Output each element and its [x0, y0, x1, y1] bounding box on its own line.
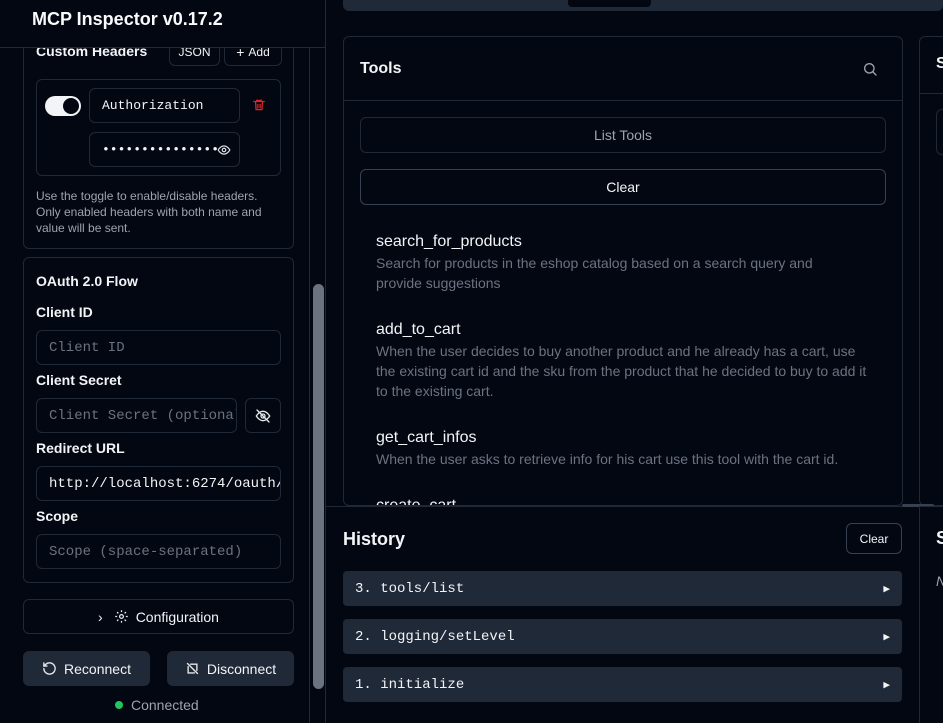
configuration-button[interactable]: › Configuration: [23, 599, 294, 634]
list-tools-label: List Tools: [593, 127, 653, 143]
tab-tools[interactable]: [568, 0, 651, 7]
history-title: History: [343, 529, 406, 549]
header-entry: Authorization •••••••••••••••: [36, 79, 281, 176]
clear-tools-label: Clear: [606, 179, 640, 195]
tool-item[interactable]: create_cart: [376, 495, 876, 506]
unplug-icon: [185, 661, 200, 676]
tool-name: add_to_cart: [376, 321, 461, 338]
notifications-empty-text: N: [936, 573, 943, 589]
tool-description: When the user asks to retrieve info for …: [376, 451, 839, 467]
client-secret-input[interactable]: Client Secret (optional): [36, 398, 237, 433]
client-secret-label: Client Secret: [36, 372, 122, 388]
app-title: MCP Inspector v0.17.2: [32, 9, 223, 29]
status-dot: [115, 701, 123, 709]
redirect-url-input[interactable]: http://localhost:6274/oauth/callback: [36, 466, 281, 501]
scope-label: Scope: [36, 508, 79, 524]
sidebar-scrollbar-thumb[interactable]: [313, 284, 324, 689]
tools-header: Tools: [344, 37, 902, 101]
disconnect-label: Disconnect: [206, 660, 277, 677]
tools-panel: Tools List Tools Clear search_for_produc…: [343, 36, 903, 506]
tool-name: get_cart_infos: [376, 429, 477, 446]
history-item-label: 2. logging/setLevel: [355, 628, 515, 645]
history-item[interactable]: 3. tools/list ▶: [343, 571, 902, 606]
tool-item[interactable]: get_cart_infos When the user asks to ret…: [376, 427, 876, 469]
search-icon[interactable]: [862, 61, 878, 77]
tool-detail-panel: S: [919, 36, 943, 506]
notifications-title: S: [936, 528, 943, 548]
history-item-label: 3. tools/list: [355, 580, 465, 597]
client-id-label: Client ID: [36, 304, 93, 320]
reconnect-button[interactable]: Reconnect: [23, 651, 150, 686]
header-enabled-toggle[interactable]: [45, 96, 81, 116]
custom-headers-section: Custom Headers JSON + Add Authorization …: [23, 18, 294, 249]
client-id-placeholder: Client ID: [49, 339, 125, 356]
tool-detail-field[interactable]: [936, 109, 943, 155]
clear-history-label: Clear: [859, 531, 889, 546]
custom-headers-hint: Use the toggle to enable/disable headers…: [36, 189, 262, 235]
history-item-label: 1. initialize: [355, 676, 465, 693]
eye-off-icon: [255, 408, 271, 424]
redirect-url-label: Redirect URL: [36, 440, 125, 456]
gear-icon: [114, 609, 129, 624]
play-icon: ▶: [883, 631, 890, 644]
client-secret-placeholder: Client Secret (optional): [49, 407, 237, 424]
sidebar-header: MCP Inspector v0.17.2: [0, 0, 325, 48]
scope-input[interactable]: Scope (space-separated): [36, 534, 281, 569]
refresh-icon: [42, 661, 57, 676]
server-notifications-panel: S N: [919, 506, 943, 723]
chevron-right-icon: ›: [98, 608, 103, 625]
disconnect-button[interactable]: Disconnect: [167, 651, 294, 686]
client-id-input[interactable]: Client ID: [36, 330, 281, 365]
oauth-title: OAuth 2.0 Flow: [36, 273, 138, 289]
list-tools-button[interactable]: List Tools: [360, 117, 886, 153]
connection-status: Connected: [115, 697, 199, 713]
play-icon: ▶: [883, 679, 890, 692]
header-value-masked: •••••••••••••••: [102, 142, 220, 157]
oauth-section: OAuth 2.0 Flow Client ID Client ID Clien…: [23, 257, 294, 583]
header-name-input[interactable]: Authorization: [89, 88, 240, 123]
tool-name: search_for_products: [376, 233, 522, 250]
mcp-inspector-app: MCP Inspector v0.17.2 Custom Headers JSO…: [0, 0, 943, 723]
tool-item[interactable]: add_to_cart When the user decides to buy…: [376, 319, 876, 401]
tool-detail-title: S: [936, 55, 943, 73]
reconnect-label: Reconnect: [64, 660, 131, 677]
history-item[interactable]: 1. initialize ▶: [343, 667, 902, 702]
clear-history-button[interactable]: Clear: [846, 523, 902, 554]
history-panel: History Clear 3. tools/list ▶ 2. logging…: [326, 506, 919, 723]
play-icon: ▶: [883, 583, 890, 596]
tool-description: When the user decides to buy another pro…: [376, 343, 867, 399]
tool-description: Search for products in the eshop catalog…: [376, 255, 813, 291]
trash-icon[interactable]: [252, 98, 266, 112]
eye-icon[interactable]: [217, 143, 231, 157]
configuration-label: Configuration: [135, 608, 219, 625]
tool-name: create_cart: [376, 497, 457, 506]
tools-title: Tools: [360, 60, 402, 77]
redirect-url-value: http://localhost:6274/oauth/callback: [49, 475, 280, 492]
scope-placeholder: Scope (space-separated): [49, 543, 243, 560]
sidebar: MCP Inspector v0.17.2 Custom Headers JSO…: [0, 0, 326, 723]
header-name-value: Authorization: [102, 98, 204, 113]
tool-item[interactable]: search_for_products Search for products …: [376, 231, 876, 293]
clear-tools-button[interactable]: Clear: [360, 169, 886, 205]
status-text: Connected: [131, 697, 199, 713]
sidebar-scrollbar[interactable]: [309, 48, 325, 723]
tab-bar: [343, 0, 943, 11]
toggle-secret-visibility-button[interactable]: [245, 398, 281, 433]
history-item[interactable]: 2. logging/setLevel ▶: [343, 619, 902, 654]
